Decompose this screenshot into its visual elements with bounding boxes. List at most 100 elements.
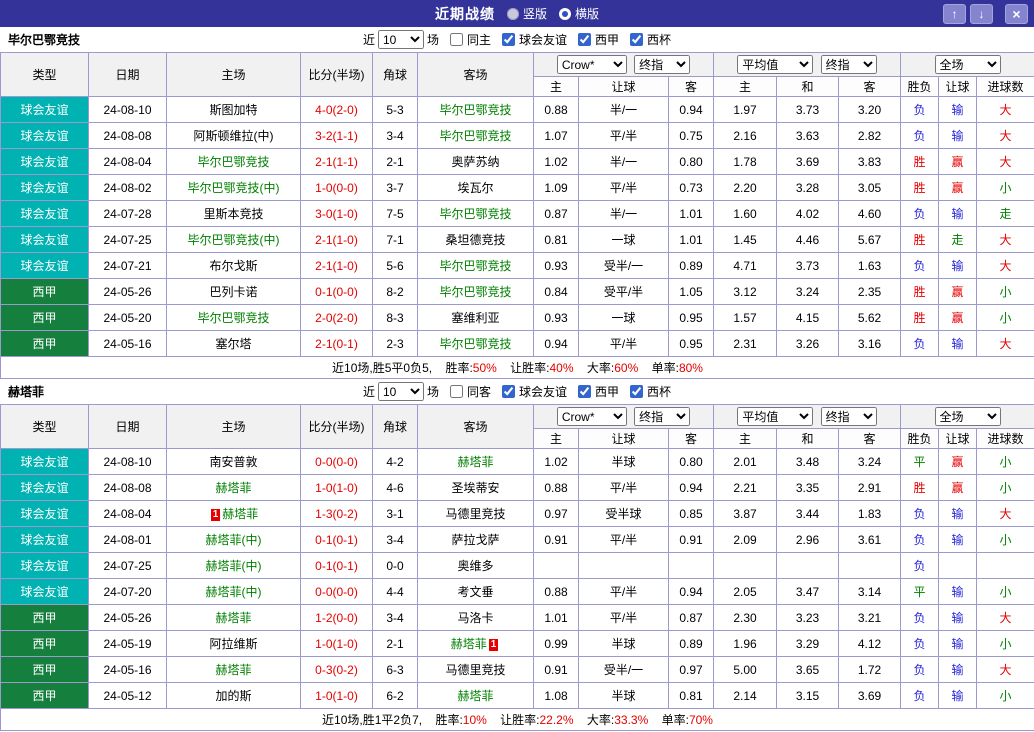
team-link[interactable]: 毕尔巴鄂竞技	[197, 311, 269, 325]
score-cell: 1-3(0-2)	[300, 500, 373, 527]
team-link[interactable]: 赫塔菲(中)	[206, 533, 262, 547]
team-link[interactable]: 赫塔菲(中)	[206, 585, 262, 599]
col-handicap-result: 让球	[938, 76, 977, 97]
league-type-cell: 西甲	[0, 330, 89, 357]
team-link[interactable]: 赫塔菲	[457, 455, 493, 469]
team-link[interactable]: 毕尔巴鄂竞技	[439, 285, 511, 299]
fullmatch-select[interactable]: 全场	[934, 55, 1001, 74]
match-count-select[interactable]: 10	[377, 382, 424, 401]
avg-away-cell: 3.61	[838, 526, 901, 553]
col-avg-away: 客	[838, 428, 901, 449]
bookmaker-final-select[interactable]: 终指	[634, 407, 691, 426]
col-goals: 进球数	[975, 76, 1034, 97]
goals-result-cell: 大	[975, 252, 1034, 279]
move-up-button[interactable]: ↑	[943, 3, 966, 24]
result-cell: 负	[900, 252, 939, 279]
corner-cell: 2-1	[372, 630, 418, 657]
team-link[interactable]: 毕尔巴鄂竞技	[439, 207, 511, 221]
same-venue-checkbox[interactable]	[449, 33, 463, 46]
team-link[interactable]: 毕尔巴鄂竞技(中)	[188, 233, 280, 247]
team-link[interactable]: 阿拉维斯	[209, 637, 257, 651]
team-link[interactable]: 赫塔菲	[215, 663, 251, 677]
team-link[interactable]: 赫塔菲(中)	[206, 559, 262, 573]
team-link[interactable]: 赫塔菲	[457, 689, 493, 703]
team-link[interactable]: 里斯本竞技	[203, 207, 263, 221]
col-odds-handicap: 让球	[578, 76, 669, 97]
team-link[interactable]: 赫塔菲	[215, 611, 251, 625]
team-link[interactable]: 埃瓦尔	[457, 181, 493, 195]
team-link[interactable]: 赫塔菲	[451, 637, 487, 651]
goals-result-cell: 小	[975, 526, 1034, 553]
league-friendly-checkbox[interactable]	[502, 385, 515, 398]
average-final-select[interactable]: 终指	[820, 55, 877, 74]
bookmaker-select[interactable]: Crow*	[556, 55, 627, 74]
league-cup-checkbox[interactable]	[630, 385, 644, 398]
average-select[interactable]: 平均值	[737, 55, 814, 74]
layout-horizontal-option[interactable]: 横版	[559, 5, 599, 22]
away-team-cell: 毕尔巴鄂竞技	[417, 122, 534, 149]
team-link[interactable]: 阿斯顿维拉(中)	[194, 129, 274, 143]
corner-cell: 4-2	[372, 448, 418, 475]
team-link[interactable]: 赫塔菲	[215, 481, 251, 495]
close-button[interactable]: ×	[1005, 3, 1028, 24]
team-link[interactable]: 塞维利亚	[451, 311, 499, 325]
same-venue-checkbox[interactable]	[449, 385, 463, 398]
avg-home-cell: 2.30	[713, 604, 777, 631]
team-link[interactable]: 布尔戈斯	[209, 259, 257, 273]
league-friendly-checkbox[interactable]	[502, 33, 515, 46]
handicap-rate-label: 让胜率:	[500, 713, 540, 727]
team-link[interactable]: 考文垂	[457, 585, 493, 599]
away-team-cell: 马德里竞技	[417, 656, 534, 683]
fullmatch-select[interactable]: 全场	[934, 407, 1001, 426]
team-link[interactable]: 桑坦德竞技	[445, 233, 505, 247]
team-link[interactable]: 毕尔巴鄂竞技	[439, 337, 511, 351]
away-team-cell: 奥萨苏纳	[417, 148, 534, 175]
away-team-cell: 奥维多	[417, 552, 534, 579]
team-link[interactable]: 圣埃蒂安	[451, 481, 499, 495]
team-name: 毕尔巴鄂竞技	[8, 33, 81, 47]
average-final-select[interactable]: 终指	[820, 407, 877, 426]
avg-home-cell: 2.21	[713, 474, 777, 501]
match-date-cell: 24-05-26	[88, 604, 167, 631]
league-type-cell: 球会友谊	[0, 200, 89, 227]
col-score: 比分(半场)	[300, 52, 373, 97]
team-link[interactable]: 萨拉戈萨	[451, 533, 499, 547]
team-link[interactable]: 奥萨苏纳	[451, 155, 499, 169]
team-link[interactable]: 南安普敦	[209, 455, 257, 469]
match-row: 球会友谊 24-08-04 毕尔巴鄂竞技 2-1(1-1) 2-1 奥萨苏纳 1.02 半/一…	[0, 148, 1034, 175]
team-link[interactable]: 毕尔巴鄂竞技	[439, 103, 511, 117]
team-link[interactable]: 巴列卡诺	[209, 285, 257, 299]
team-link[interactable]: 毕尔巴鄂竞技	[439, 129, 511, 143]
goals-result-cell: 小	[975, 304, 1034, 331]
home-odds-cell: 0.94	[533, 330, 579, 357]
recent-label: 近	[362, 33, 375, 47]
average-select[interactable]: 平均值	[737, 407, 814, 426]
league-cup-checkbox[interactable]	[630, 33, 644, 46]
bookmaker-select[interactable]: Crow*	[556, 407, 627, 426]
team-link[interactable]: 毕尔巴鄂竞技(中)	[188, 181, 280, 195]
team-link[interactable]: 毕尔巴鄂竞技	[439, 259, 511, 273]
team-link[interactable]: 马德里竞技	[445, 507, 505, 521]
corner-cell: 4-4	[372, 578, 418, 605]
score-cell: 0-3(0-2)	[300, 656, 373, 683]
bookmaker-final-select[interactable]: 终指	[634, 55, 691, 74]
team-link[interactable]: 塞尔塔	[215, 337, 251, 351]
team-section-home: 毕尔巴鄂竞技 近 10 场 同主 球会友谊 西甲 西杯 类型 日期 主场 比分(…	[0, 27, 1034, 379]
avg-draw-cell: 3.69	[776, 148, 839, 175]
league-laliga-checkbox[interactable]	[578, 385, 592, 398]
team-link[interactable]: 马洛卡	[457, 611, 493, 625]
league-laliga-checkbox[interactable]	[578, 33, 592, 46]
layout-vertical-option[interactable]: 竖版	[506, 5, 547, 22]
corner-cell: 6-3	[372, 656, 418, 683]
away-team-cell: 毕尔巴鄂竞技	[417, 330, 534, 357]
team-link[interactable]: 赫塔菲	[222, 507, 258, 521]
move-down-button[interactable]: ↓	[970, 3, 993, 24]
team-link[interactable]: 斯图加特	[209, 103, 257, 117]
handicap-name-cell: 一球	[578, 304, 669, 331]
team-link[interactable]: 加的斯	[215, 689, 251, 703]
team-link[interactable]: 奥维多	[457, 559, 493, 573]
team-link[interactable]: 毕尔巴鄂竞技	[197, 155, 269, 169]
match-count-select[interactable]: 10	[377, 30, 424, 49]
avg-away-cell: 3.24	[838, 448, 901, 475]
team-link[interactable]: 马德里竞技	[445, 663, 505, 677]
